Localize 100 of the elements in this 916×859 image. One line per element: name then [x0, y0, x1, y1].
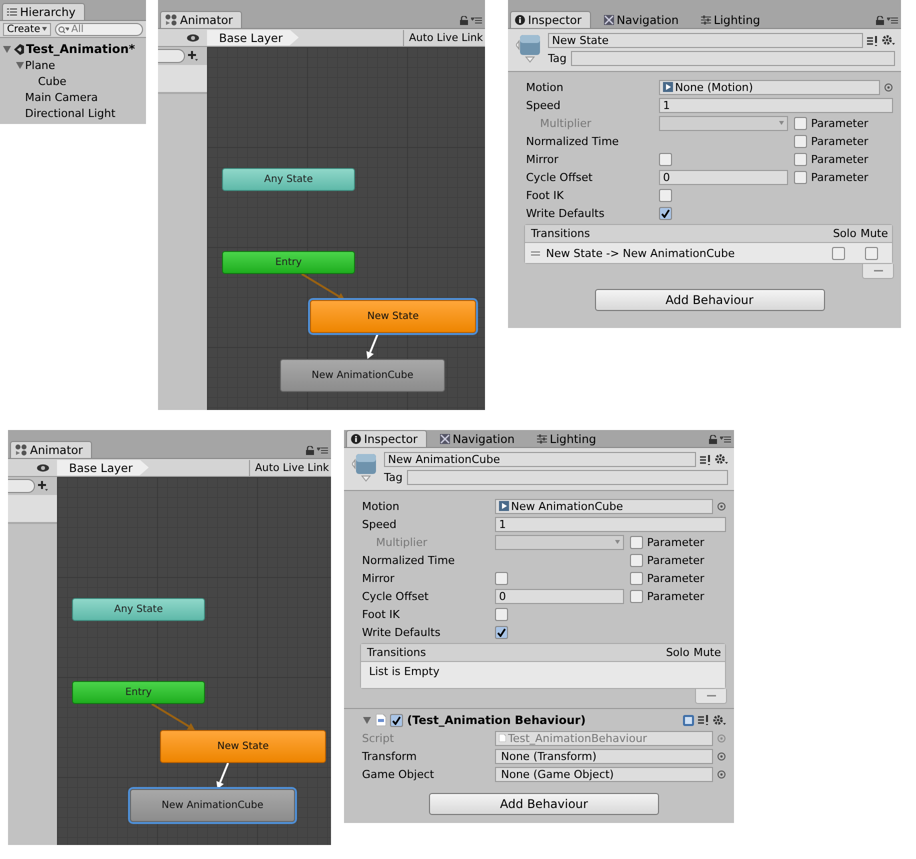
checkbox[interactable]: [630, 554, 643, 566]
text-field[interactable]: 0: [495, 588, 624, 604]
field-label: Cycle Offset: [362, 590, 430, 602]
animator-tab[interactable]: Animator: [160, 11, 242, 28]
state-node[interactable]: Any State: [222, 168, 355, 191]
script-file-icon: [376, 714, 386, 726]
tree-item[interactable]: Plane: [25, 58, 56, 72]
search-field[interactable]: [158, 49, 185, 63]
state-node[interactable]: Entry: [72, 681, 205, 704]
menu-icon[interactable]: [317, 447, 328, 454]
hierarchy-tab[interactable]: Hierarchy: [2, 3, 85, 20]
object-field[interactable]: None (Game Object): [495, 766, 713, 782]
state-node[interactable]: New AnimationCube: [280, 359, 445, 392]
gear-icon[interactable]: [715, 454, 728, 465]
name-field[interactable]: New AnimationCube: [384, 452, 696, 467]
target-icon[interactable]: [884, 82, 893, 92]
tag-field[interactable]: [406, 470, 728, 485]
panel-tab[interactable]: Navigation: [598, 11, 688, 28]
gear-icon[interactable]: [713, 714, 726, 726]
state-node[interactable]: Entry: [222, 251, 355, 274]
add-behaviour-button[interactable]: Add Behaviour: [594, 289, 824, 311]
menu-icon[interactable]: [887, 17, 898, 24]
lock-icon: [306, 446, 314, 455]
column-header: Mute: [860, 227, 888, 240]
state-node[interactable]: New AnimationCube: [130, 789, 295, 822]
checkbox[interactable]: [794, 170, 807, 184]
target-icon[interactable]: [717, 502, 726, 510]
checkbox[interactable]: [390, 714, 403, 726]
field-label: Script: [362, 732, 395, 744]
field-label: Mirror: [526, 152, 560, 166]
checkbox[interactable]: [630, 590, 643, 602]
field-label: Mirror: [362, 572, 396, 584]
menu-icon[interactable]: [471, 17, 482, 24]
component-title: (Test_Animation Behaviour): [407, 713, 587, 727]
eye-icon[interactable]: [37, 464, 49, 472]
gear-icon[interactable]: [882, 35, 895, 46]
list-row[interactable]: New State -> New AnimationCube: [525, 243, 892, 263]
panel-tab[interactable]: Navigation: [434, 430, 524, 447]
checkbox[interactable]: [659, 152, 672, 166]
checkbox[interactable]: [794, 152, 807, 166]
name-field[interactable]: New State: [548, 33, 863, 48]
checkbox[interactable]: [659, 206, 672, 220]
checkmark-icon: [392, 716, 401, 724]
tree-item[interactable]: Directional Light: [25, 106, 116, 120]
search-field[interactable]: [8, 479, 35, 493]
panel-tab[interactable]: Inspector: [346, 430, 427, 447]
checkbox-label: Parameter: [647, 572, 704, 584]
checkmark-icon: [497, 628, 506, 636]
live-link-toggle[interactable]: Auto Live Link: [249, 460, 331, 476]
text-field[interactable]: 1: [495, 516, 726, 532]
state-node[interactable]: New State: [160, 730, 326, 763]
checkbox[interactable]: [865, 246, 878, 260]
preset-icon[interactable]: [700, 454, 711, 464]
breadcrumb[interactable]: Base Layer: [207, 30, 299, 46]
field-label: Write Defaults: [362, 626, 442, 638]
field-label: Normalized Time: [362, 554, 456, 566]
menu-icon[interactable]: [720, 436, 731, 443]
object-field[interactable]: New AnimationCube: [495, 498, 713, 514]
text-field[interactable]: 0: [659, 170, 788, 184]
panel-tab[interactable]: Inspector: [510, 11, 591, 28]
live-link-toggle[interactable]: Auto Live Link: [403, 30, 485, 46]
checkbox[interactable]: [495, 572, 508, 584]
transition-arrow[interactable]: [366, 332, 379, 359]
preset-icon[interactable]: [867, 36, 878, 46]
panel-tab[interactable]: Lighting: [532, 430, 606, 447]
search-field[interactable]: All: [55, 22, 143, 36]
tree-item[interactable]: Test_Animation*: [26, 42, 136, 56]
expand-arrow-icon[interactable]: [16, 62, 24, 68]
checkbox[interactable]: [630, 572, 643, 584]
checkbox[interactable]: [832, 246, 845, 260]
remove-button[interactable]: [862, 264, 894, 279]
field-label: Speed: [362, 518, 398, 530]
breadcrumb[interactable]: Base Layer: [57, 460, 149, 476]
tag-field[interactable]: [570, 51, 895, 66]
state-node[interactable]: New State: [310, 300, 476, 333]
add-behaviour-button[interactable]: Add Behaviour: [429, 793, 659, 815]
transition-arrow[interactable]: [216, 762, 229, 789]
eye-icon[interactable]: [187, 34, 199, 42]
checkbox[interactable]: [495, 608, 508, 620]
object-field[interactable]: None (Motion): [659, 80, 880, 94]
info-icon: [351, 434, 361, 444]
panel-tab[interactable]: Lighting: [696, 11, 770, 28]
remove-button[interactable]: [695, 689, 727, 704]
checkbox[interactable]: [794, 134, 807, 148]
preset-icon[interactable]: [698, 715, 709, 725]
add-icon[interactable]: [38, 481, 48, 491]
animator-tab[interactable]: Animator: [10, 441, 92, 458]
minus-icon: [706, 695, 716, 697]
text-field[interactable]: 1: [659, 98, 893, 112]
drag-handle-icon[interactable]: [531, 250, 540, 256]
object-field[interactable]: None (Transform): [495, 748, 713, 764]
tree-item[interactable]: Main Camera: [25, 90, 98, 104]
create-button[interactable]: Create: [3, 22, 52, 36]
tree-item[interactable]: Cube: [38, 74, 66, 88]
field-label: Transform: [362, 750, 418, 762]
add-icon[interactable]: [188, 51, 198, 61]
checkbox[interactable]: [659, 188, 672, 202]
column-header: Solo: [666, 646, 690, 659]
state-node[interactable]: Any State: [72, 598, 205, 621]
checkbox[interactable]: [495, 626, 508, 638]
